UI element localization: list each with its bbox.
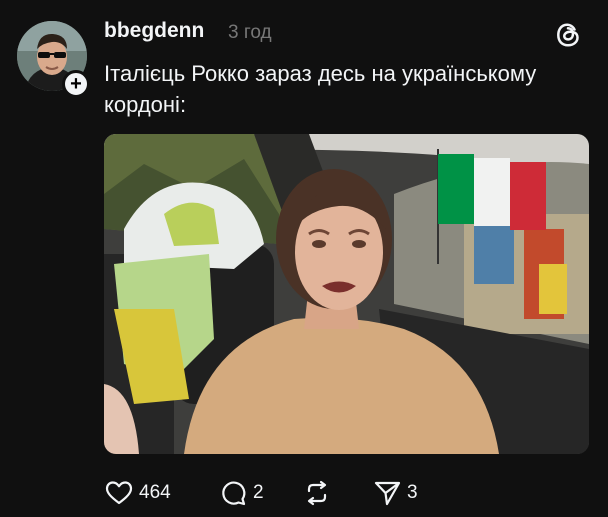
follow-button[interactable]: + bbox=[62, 70, 90, 98]
username[interactable]: bbegdenn bbox=[104, 19, 204, 43]
post-text: Італієць Рокко зараз десь на українськом… bbox=[104, 61, 537, 117]
post-time: 3 год bbox=[228, 22, 272, 43]
heart-icon bbox=[105, 481, 133, 505]
like-button[interactable]: 464 bbox=[104, 478, 171, 508]
video-frame bbox=[104, 134, 589, 454]
like-count: 464 bbox=[139, 482, 171, 503]
reply-count: 2 bbox=[253, 482, 264, 503]
share-button[interactable]: 3 bbox=[372, 478, 418, 508]
reply-button[interactable]: 2 bbox=[218, 478, 264, 508]
threads-logo-icon[interactable] bbox=[553, 20, 583, 50]
share-count: 3 bbox=[407, 482, 418, 503]
comment-icon bbox=[222, 481, 246, 506]
repost-button[interactable] bbox=[302, 478, 337, 508]
repost-icon bbox=[307, 480, 327, 506]
post-video[interactable] bbox=[104, 134, 589, 454]
send-icon bbox=[374, 481, 401, 506]
